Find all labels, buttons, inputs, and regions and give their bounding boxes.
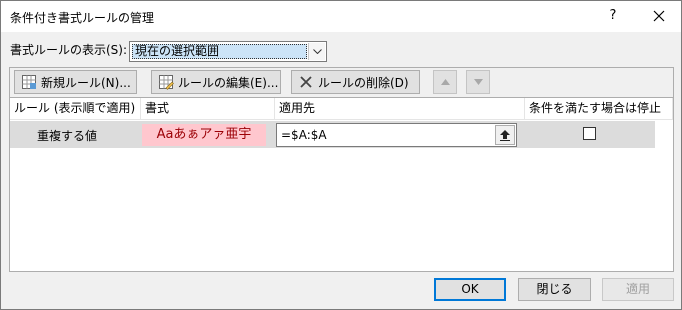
delete-icon — [298, 74, 314, 90]
rule-name: 重複する値 — [37, 129, 98, 143]
close-icon — [653, 10, 665, 22]
conditional-formatting-dialog: 条件付き書式ルールの管理 ? 書式ルールの表示(S): 現在の選択範囲 新規ルー… — [0, 0, 682, 310]
applies-to-value: =$A:$A — [281, 128, 327, 142]
show-rules-selected-value: 現在の選択範囲 — [132, 44, 307, 59]
chevron-down-icon — [312, 49, 322, 54]
close-button[interactable]: 閉じる — [518, 278, 591, 301]
new-rule-label: 新規ルール(N)... — [41, 75, 131, 90]
stop-if-true-checkbox[interactable] — [583, 127, 596, 140]
column-header-stop-if-true[interactable]: 条件を満たす場合は停止 — [525, 98, 673, 120]
rules-table: ルール (表示順で適用) 書式 適用先 条件を満たす場合は停止 重複する値 Aa… — [10, 97, 673, 271]
column-header-rule[interactable]: ルール (表示順で適用) — [10, 98, 141, 120]
edit-rule-icon — [158, 74, 174, 90]
apply-button[interactable]: 適用 — [602, 278, 674, 301]
column-header-format[interactable]: 書式 — [141, 98, 275, 120]
new-rule-icon — [21, 74, 37, 90]
dropdown-arrow-button[interactable] — [308, 43, 325, 60]
edit-rule-button[interactable]: ルールの編集(E)... — [151, 70, 281, 94]
format-preview: Aaあぁアァ亜宇 — [142, 124, 266, 146]
title-bar: 条件付き書式ルールの管理 ? — [1, 1, 681, 32]
move-down-button[interactable] — [466, 70, 490, 94]
show-rules-dropdown[interactable]: 現在の選択範囲 — [129, 41, 327, 62]
delete-rule-label: ルールの削除(D) — [318, 75, 409, 90]
ok-button[interactable]: OK — [434, 278, 506, 301]
edit-rule-label: ルールの編集(E)... — [178, 75, 279, 90]
new-rule-button[interactable]: 新規ルール(N)... — [14, 70, 137, 94]
dialog-title: 条件付き書式ルールの管理 — [10, 11, 155, 25]
applies-to-input[interactable]: =$A:$A — [276, 123, 517, 147]
delete-rule-button[interactable]: ルールの削除(D) — [291, 70, 420, 94]
collapse-dialog-icon — [500, 130, 510, 141]
move-up-button[interactable] — [433, 70, 457, 94]
triangle-up-icon — [440, 79, 450, 85]
close-window-button[interactable] — [645, 5, 673, 27]
show-rules-label: 書式ルールの表示(S): — [10, 43, 128, 57]
triangle-down-icon — [473, 79, 483, 85]
help-button[interactable]: ? — [599, 5, 627, 27]
range-select-button[interactable] — [495, 125, 515, 145]
column-header-applies-to[interactable]: 適用先 — [275, 98, 525, 120]
